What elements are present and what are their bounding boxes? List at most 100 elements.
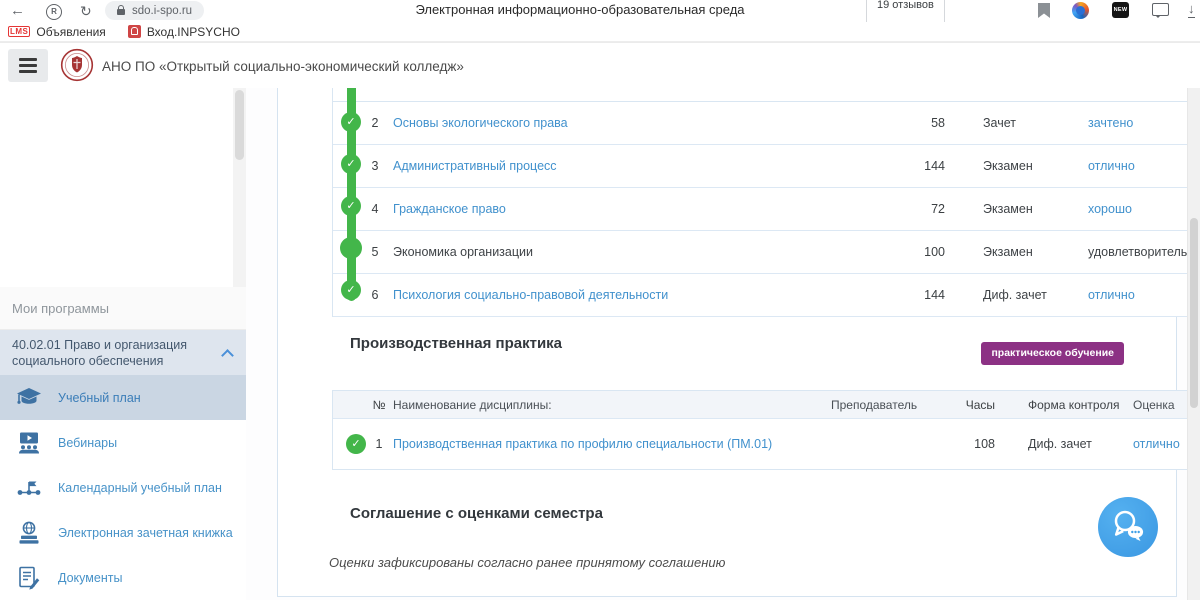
sidebar-item-webinars[interactable]: Вебинары	[0, 420, 246, 465]
sidebar-item-documents[interactable]: Документы	[0, 555, 246, 600]
practice-table: №Наименование дисциплины:ПреподавательЧа…	[332, 390, 1189, 470]
sidebar-item-curriculum[interactable]: Учебный план	[0, 375, 246, 420]
practice-table-header: №Наименование дисциплины:ПреподавательЧа…	[333, 391, 1188, 418]
menu-toggle-button[interactable]	[8, 49, 48, 82]
discipline-link[interactable]: Основы экологического права	[393, 116, 568, 130]
my-programs-label: Мои программы	[0, 287, 246, 330]
sidebar-empty-area	[0, 88, 246, 288]
sidebar-item-label: Электронная зачетная книжка	[58, 510, 233, 555]
sidebar-scrollbar	[233, 88, 246, 287]
control-form: Экзамен	[983, 202, 1033, 216]
hours-value: 144	[885, 288, 945, 302]
reload-icon[interactable]: ↻	[80, 0, 92, 22]
url-text: sdo.i-spo.ru	[132, 5, 192, 17]
hours-value: 58	[885, 116, 945, 130]
bookmark-inpsycho[interactable]: Вход.INPSYCHO	[128, 25, 240, 39]
globe-books-icon	[14, 520, 44, 546]
table-row: 6 Психология социально-правовой деятельно…	[333, 274, 1188, 317]
college-name: АНО ПО «Открытый социально-экономический…	[102, 43, 464, 89]
reader-mode-icon[interactable]: R	[46, 4, 62, 20]
sidebar-item-label: Вебинары	[58, 420, 117, 465]
hours-value: 72	[885, 202, 945, 216]
control-form: Диф. зачет	[983, 288, 1047, 302]
table-row: ✓1Производственная практика по профилю с…	[333, 418, 1188, 469]
content-card: 2 Основы экологического права 58 Зачет зачте…	[277, 88, 1177, 597]
check-icon: ✓	[346, 434, 366, 454]
chat-support-button[interactable]	[1098, 497, 1158, 557]
app-header: АНО ПО «Открытый социально-экономический…	[0, 42, 1200, 90]
control-form: Экзамен	[983, 159, 1033, 173]
sidebar-item-label: Документы	[58, 555, 122, 600]
sidebar-item-gradebook[interactable]: Электронная зачетная книжка	[0, 510, 246, 555]
check-icon: ✓	[341, 154, 361, 174]
grade-value[interactable]: хорошо	[1088, 202, 1132, 216]
chat-bubbles-icon	[1110, 508, 1146, 547]
discipline-link[interactable]: Административный процесс	[393, 159, 557, 173]
column-header: №	[367, 398, 391, 412]
address-bar[interactable]: sdo.i-spo.ru	[105, 1, 204, 20]
row-number: 6	[363, 288, 387, 302]
bookmark-icon[interactable]	[1038, 3, 1050, 18]
program-header[interactable]: 40.02.01 Право и организация социального…	[0, 330, 246, 375]
agreement-section-title: Соглашение с оценками семестра	[350, 505, 603, 522]
back-icon[interactable]: ←	[10, 0, 25, 22]
program-title: 40.02.01 Право и организация социального…	[12, 338, 187, 368]
new-badge-icon[interactable]: NEW	[1112, 2, 1129, 18]
semester-table-rows: 2 Основы экологического права 58 Зачет зачте…	[333, 102, 1188, 317]
main-content: 2 Основы экологического права 58 Зачет зачте…	[246, 88, 1200, 600]
discipline-link: Экономика организации	[393, 245, 533, 259]
sidebar: Мои программы 40.02.01 Право и организац…	[0, 88, 246, 600]
grade-value[interactable]: зачтено	[1088, 116, 1133, 130]
grade-value[interactable]: отлично	[1088, 159, 1135, 173]
table-row: 5Экономика организации100Экзаменудовлетв…	[333, 231, 1188, 274]
row-number: 4	[363, 202, 387, 216]
row-number: 2	[363, 116, 387, 130]
practice-section-title: Производственная практика	[350, 335, 562, 352]
grade-value[interactable]: отлично	[1133, 437, 1180, 451]
grade-value: удовлетворительно	[1088, 245, 1200, 259]
sidebar-item-calendar-plan[interactable]: Календарный учебный план	[0, 465, 246, 510]
sidebar-scrollbar-thumb[interactable]	[235, 90, 244, 160]
emblem-favicon-icon	[128, 25, 141, 38]
hours-value: 144	[885, 159, 945, 173]
control-form: Зачет	[983, 116, 1016, 130]
bookmark-label: Вход.INPSYCHO	[147, 25, 240, 39]
download-icon[interactable]: ↓	[1188, 1, 1195, 18]
column-header: Наименование дисциплины:	[393, 398, 552, 412]
row-number: 3	[363, 159, 387, 173]
browser-toolbar: ← R ↻ sdo.i-spo.ru Электронная информаци…	[0, 0, 1200, 22]
lock-icon	[117, 9, 125, 15]
lms-favicon-icon: LMS	[8, 26, 30, 37]
row-number: 1	[367, 437, 391, 451]
discipline-link[interactable]: Гражданское право	[393, 202, 506, 216]
sidebar-nav: Учебный планВебинарыКалендарный учебный …	[0, 375, 246, 600]
table-row: 4 Гражданское право 72 Экзамен хорошо	[333, 188, 1188, 231]
practice-badge[interactable]: практическое обучение	[981, 342, 1124, 365]
column-header: Часы	[935, 398, 995, 412]
discipline-link[interactable]: Производственная практика по профилю спе…	[393, 437, 772, 451]
feedback-icon[interactable]	[1152, 3, 1169, 16]
cut-row	[333, 88, 1188, 102]
table-row: 3 Административный процесс 144 Экзамен отлич…	[333, 145, 1188, 188]
sidebar-item-label: Учебный план	[58, 375, 141, 420]
check-icon: ✓	[341, 112, 361, 132]
column-header: Оценка	[1133, 398, 1175, 412]
bookmarks-bar: LMS Объявления Вход.INPSYCHO	[0, 22, 1200, 42]
semester-table: 2 Основы экологического права 58 Зачет зачте…	[332, 88, 1189, 317]
hours-value: 100	[885, 245, 945, 259]
check-icon: ✓	[341, 280, 361, 300]
column-header: Форма контроля	[1028, 398, 1120, 412]
page-scrollbar	[1187, 88, 1200, 600]
browser-extension-icon[interactable]	[1072, 2, 1089, 19]
milestones-icon	[14, 475, 44, 501]
bookmark-label: Объявления	[36, 25, 105, 39]
grade-value[interactable]: отлично	[1088, 288, 1135, 302]
college-logo-icon[interactable]	[60, 48, 94, 87]
bookmark-announcements[interactable]: LMS Объявления	[8, 25, 106, 39]
dot-icon	[340, 237, 362, 259]
check-icon: ✓	[341, 196, 361, 216]
discipline-link[interactable]: Психология социально-правовой деятельнос…	[393, 288, 668, 302]
control-form: Экзамен	[983, 245, 1033, 259]
page-scrollbar-thumb[interactable]	[1190, 218, 1198, 408]
hours-value: 108	[935, 437, 995, 451]
